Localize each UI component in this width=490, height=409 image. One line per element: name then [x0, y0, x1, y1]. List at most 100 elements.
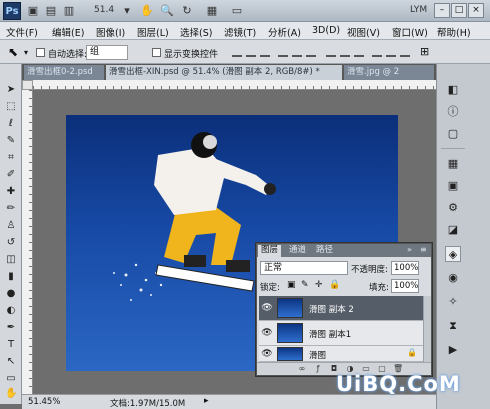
swatches-panel-icon[interactable]: ▦ — [445, 156, 461, 172]
adjustments-panel-icon[interactable]: ⚙ — [445, 200, 461, 216]
tab-channels[interactable]: 通道 — [286, 245, 309, 257]
navigator-panel-icon[interactable]: ▢ — [445, 126, 461, 142]
minimize-button[interactable]: – — [434, 3, 450, 18]
menu-select[interactable]: 选择(S) — [180, 25, 212, 39]
horizontal-ruler[interactable] — [33, 80, 436, 90]
close-button[interactable]: × — [468, 3, 484, 18]
clone-stamp-tool-icon[interactable]: ♙ — [5, 220, 17, 232]
marquee-tool-icon[interactable]: ⬚ — [5, 101, 17, 113]
status-arrow-icon[interactable]: ▸ — [204, 396, 209, 406]
menu-image[interactable]: 图像(I) — [96, 25, 125, 39]
layer-row[interactable]: 👁 滑图 副本1 — [259, 321, 423, 346]
auto-select-dropdown[interactable]: 组 — [86, 45, 128, 60]
view-extras-icon[interactable]: ▥ — [62, 4, 76, 18]
lock-transparent-icon[interactable]: ▣ — [287, 280, 296, 290]
lock-all-icon[interactable]: 🔒 — [329, 280, 340, 290]
distribute-bottom-icon[interactable] — [354, 47, 364, 57]
align-left-icon[interactable] — [278, 47, 288, 57]
menu-3d[interactable]: 3D(D) — [312, 25, 340, 36]
auto-select-checkbox[interactable] — [36, 48, 45, 57]
blur-tool-icon[interactable]: ● — [5, 288, 17, 300]
visibility-eye-icon[interactable]: 👁 — [261, 327, 273, 339]
history-brush-tool-icon[interactable]: ↺ — [5, 237, 17, 249]
visibility-eye-icon[interactable]: 👁 — [261, 302, 273, 314]
zoom-level[interactable]: 51.4 — [94, 5, 114, 15]
align-vertical-center-icon[interactable] — [246, 47, 256, 57]
fill-field[interactable]: 100% — [391, 279, 419, 293]
move-tool-icon[interactable]: ⬉ — [8, 45, 18, 59]
menu-edit[interactable]: 编辑(E) — [52, 25, 84, 39]
shape-tool-icon[interactable]: ▭ — [5, 373, 17, 385]
bridge-icon[interactable]: ▣ — [26, 4, 40, 18]
layer-row[interactable]: 👁 滑图 🔒 — [259, 346, 423, 362]
align-right-icon[interactable] — [306, 47, 316, 57]
rotate-view-icon[interactable]: ↻ — [180, 4, 194, 18]
crop-tool-icon[interactable]: ⌗ — [5, 152, 17, 164]
visibility-eye-icon[interactable]: 👁 — [261, 348, 273, 360]
path-selection-tool-icon[interactable]: ↖ — [5, 356, 17, 368]
type-tool-icon[interactable]: T — [5, 339, 17, 351]
tab-document-1[interactable]: 滑雪出框0-2.psd — [24, 65, 104, 80]
distribute-right-icon[interactable] — [400, 47, 410, 57]
layers-scrollbar[interactable] — [423, 296, 431, 362]
menu-filter[interactable]: 滤镜(T) — [224, 25, 256, 39]
tab-paths[interactable]: 路径 — [313, 245, 336, 257]
info-panel-icon[interactable]: ⓘ — [445, 104, 461, 120]
lasso-tool-icon[interactable]: ℓ — [5, 118, 17, 130]
menu-window[interactable]: 窗口(W) — [392, 25, 428, 39]
styles-panel-icon[interactable]: ▣ — [445, 178, 461, 194]
menu-help[interactable]: 帮助(H) — [437, 25, 471, 39]
align-top-icon[interactable] — [232, 47, 242, 57]
menu-analysis[interactable]: 分析(A) — [268, 25, 301, 39]
hand-tool-icon[interactable]: ✋ — [5, 388, 17, 400]
hand-tool-icon[interactable]: ✋ — [140, 4, 154, 18]
channels-panel-icon[interactable]: ◉ — [445, 270, 461, 286]
tab-document-3[interactable]: 滑雪.jpg @ 2 — [344, 65, 434, 80]
zoom-tool-icon[interactable]: 🔍 — [160, 4, 174, 18]
dodge-tool-icon[interactable]: ◐ — [5, 305, 17, 317]
gradient-tool-icon[interactable]: ▮ — [5, 271, 17, 283]
menu-view[interactable]: 视图(V) — [347, 25, 380, 39]
quick-select-tool-icon[interactable]: ✎ — [5, 135, 17, 147]
layer-style-icon[interactable]: ƒ — [313, 364, 323, 374]
lock-image-icon[interactable]: ✎ — [301, 280, 309, 290]
panel-menu-icon[interactable]: ≡ — [420, 245, 427, 254]
blend-mode-dropdown[interactable]: 正常 — [260, 261, 348, 275]
auto-align-icon[interactable]: ⊞ — [420, 45, 429, 58]
distribute-left-icon[interactable] — [372, 47, 382, 57]
eraser-tool-icon[interactable]: ◫ — [5, 254, 17, 266]
tab-document-2[interactable]: 滑雪出框-XIN.psd @ 51.4% (滑图 副本 2, RGB/8#) * — [106, 65, 342, 80]
opacity-field[interactable]: 100% — [391, 261, 419, 275]
arrange-documents-icon[interactable]: ▦ — [205, 4, 219, 18]
show-transform-checkbox[interactable] — [152, 48, 161, 57]
link-layers-icon[interactable]: ∞ — [297, 364, 307, 374]
eyedropper-tool-icon[interactable]: ✐ — [5, 169, 17, 181]
distribute-center-icon[interactable] — [340, 47, 350, 57]
layer-row[interactable]: 👁 滑图 副本 2 — [259, 296, 423, 321]
history-panel-icon[interactable]: ⧗ — [445, 318, 461, 334]
color-panel-icon[interactable]: ◧ — [445, 82, 461, 98]
pen-tool-icon[interactable]: ✒ — [5, 322, 17, 334]
dropdown-icon[interactable]: ▾ — [120, 4, 134, 18]
align-bottom-icon[interactable] — [260, 47, 270, 57]
move-tool-icon[interactable]: ➤ — [5, 84, 17, 96]
distribute-hcenter-icon[interactable] — [386, 47, 396, 57]
lock-position-icon[interactable]: ✛ — [315, 280, 323, 290]
collapse-panel-icon[interactable]: » — [407, 245, 412, 254]
distribute-top-icon[interactable] — [326, 47, 336, 57]
mini-bridge-icon[interactable]: ▤ — [44, 4, 58, 18]
brush-tool-icon[interactable]: ✏ — [5, 203, 17, 215]
align-horizontal-center-icon[interactable] — [292, 47, 302, 57]
masks-panel-icon[interactable]: ◪ — [445, 222, 461, 238]
paths-panel-icon[interactable]: ✧ — [445, 294, 461, 310]
healing-brush-tool-icon[interactable]: ✚ — [5, 186, 17, 198]
layers-panel-icon[interactable]: ◈ — [445, 246, 461, 262]
menu-file[interactable]: 文件(F) — [6, 25, 38, 39]
workspace-switcher[interactable]: LYM — [410, 5, 427, 15]
vertical-ruler[interactable] — [22, 90, 33, 394]
ruler-origin[interactable] — [22, 80, 33, 90]
tab-layers[interactable]: 图层 — [258, 245, 282, 257]
screen-mode-icon[interactable]: ▭ — [230, 4, 244, 18]
menu-layer[interactable]: 图层(L) — [137, 25, 169, 39]
actions-panel-icon[interactable]: ▶ — [445, 342, 461, 358]
